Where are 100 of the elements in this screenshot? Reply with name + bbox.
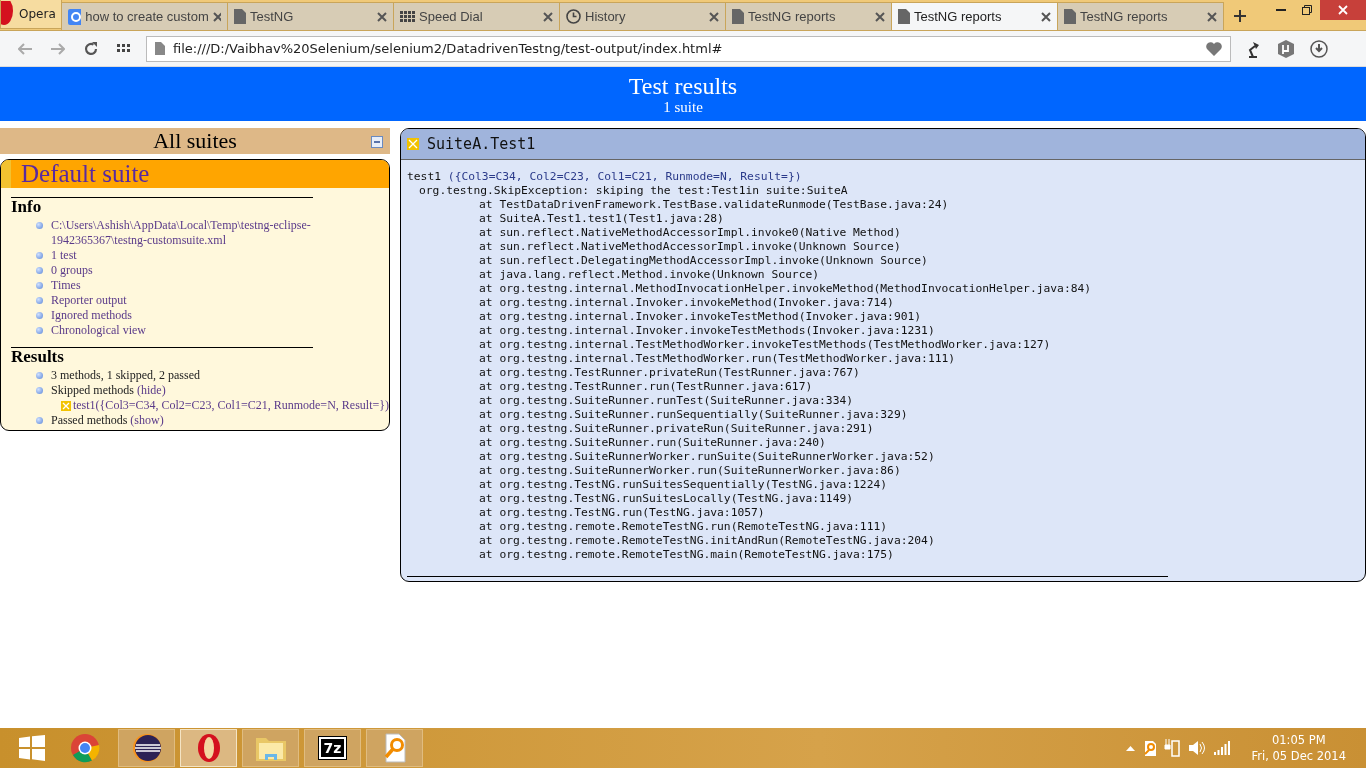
toggle-link[interactable]: (show) <box>130 413 164 427</box>
info-link[interactable]: 1 test <box>51 248 389 263</box>
page-icon <box>1064 9 1076 24</box>
signal-icon[interactable] <box>1213 741 1230 755</box>
page-title: Test results <box>628 73 738 99</box>
stack-frame: at org.testng.TestRunner.run(TestRunner.java:617) <box>407 380 1365 394</box>
stack-frame: at sun.reflect.NativeMethodAccessorImpl.invoke(Unknown Source) <box>407 240 1365 254</box>
stack-frame: at org.testng.internal.TestMethodWorker.run(TestMethodWorker.java:111) <box>407 352 1365 366</box>
bullet-icon <box>36 282 43 289</box>
bullet-icon <box>36 417 43 424</box>
stack-frame: at org.testng.SuiteRunner.runTest(SuiteRunner.java:334) <box>407 394 1365 408</box>
stack-frame: at org.testng.internal.MethodInvocationHelper.invokeMethod(MethodInvocationHelper.java:84) <box>407 282 1365 296</box>
browser-tab[interactable]: TestNG <box>227 2 394 30</box>
close-icon <box>1338 5 1348 15</box>
stack-frame: at org.testng.SuiteRunner.runSequentially(SuiteRunner.java:329) <box>407 408 1365 422</box>
bullet-icon <box>36 372 43 379</box>
stack-frame: at org.testng.TestNG.runSuitesSequentially(TestNG.java:1224) <box>407 478 1365 492</box>
info-link[interactable]: C:\Users\Ashish\AppData\Local\Temp\testng-eclipse-1942365367\testng-customsuite.xml <box>51 218 389 248</box>
battery-icon[interactable] <box>1163 739 1180 757</box>
stack-frame: at TestDataDrivenFramework.TestBase.validateRunmode(TestBase.java:24) <box>407 198 1365 212</box>
page-icon <box>155 42 165 55</box>
page-icon <box>732 9 744 24</box>
stack-frame: at org.testng.SuiteRunnerWorker.runSuite(SuiteRunnerWorker.java:52) <box>407 450 1365 464</box>
bullet-icon <box>36 252 43 259</box>
taskbar-button[interactable]: 7z <box>304 729 361 767</box>
info-link[interactable]: Ignored methods <box>51 308 389 323</box>
bullet-icon <box>36 267 43 274</box>
bullet-icon <box>36 222 43 229</box>
page-icon <box>234 9 246 24</box>
collapse-icon[interactable] <box>371 136 383 148</box>
opera-icon[interactable] <box>196 733 221 763</box>
stack-frame: at org.testng.internal.Invoker.invokeTestMethods(Invoker.java:1231) <box>407 324 1365 338</box>
exception-message: org.testng.SkipException: skiping the test:Test1in suite:SuiteA <box>418 184 849 198</box>
method-link[interactable]: test1({Col3=C34, Col2=C23, Col1=C21, Runmode=N, Result=}) <box>72 398 389 413</box>
browser-tab[interactable]: Speed Dial <box>393 2 560 30</box>
seven-zip-icon[interactable]: 7z <box>318 737 347 759</box>
stack-frame: at org.testng.SuiteRunnerWorker.run(SuiteRunnerWorker.java:86) <box>407 464 1365 478</box>
download-icon[interactable] <box>1309 39 1328 58</box>
stack-frame: at org.testng.internal.Invoker.invokeTestMethod(Invoker.java:901) <box>407 310 1365 324</box>
suites-title: All suites <box>153 128 237 154</box>
skipped-icon <box>61 400 71 411</box>
stack-frame: at org.testng.remote.RemoteTestNG.initAndRun(RemoteTestNG.java:204) <box>407 534 1365 548</box>
close-icon[interactable] <box>1041 11 1051 22</box>
bullet-icon <box>36 312 43 319</box>
section-title: Results <box>11 348 65 366</box>
taskbar-button[interactable] <box>180 729 237 767</box>
page-subtitle: 1 suite <box>663 99 703 115</box>
start-icon[interactable] <box>19 735 45 761</box>
result-text: Skipped methods <box>51 383 134 397</box>
new-tab-icon[interactable] <box>1234 10 1246 22</box>
info-link[interactable]: Reporter output <box>51 293 389 308</box>
reload-icon[interactable] <box>83 41 98 56</box>
stack-frame: at org.testng.TestNG.run(TestNG.java:1057) <box>407 506 1365 520</box>
method-title: SuiteA.Test1 <box>427 135 536 153</box>
eclipse-icon[interactable] <box>131 733 162 763</box>
browser-tab[interactable]: TestNG reports <box>725 2 892 30</box>
close-icon[interactable] <box>543 11 553 22</box>
result-text: 3 methods, 1 skipped, 2 passed <box>51 368 200 382</box>
method-signature: test1 ({Col3=C34, Col2=C23, Col1=C21, Runmode=N, Result=}) <box>407 170 803 184</box>
opera-icon <box>1 1 15 27</box>
document-search-icon[interactable] <box>1142 740 1156 756</box>
stack-frame: at sun.reflect.NativeMethodAccessorImpl.invoke0(Native Method) <box>407 226 1365 240</box>
bullet-icon <box>36 297 43 304</box>
grid-icon[interactable] <box>117 43 130 54</box>
close-icon[interactable] <box>1207 11 1217 22</box>
page-icon <box>898 9 910 24</box>
stack-frame: at org.testng.remote.RemoteTestNG.main(RemoteTestNG.java:175) <box>407 548 1365 562</box>
speaker-icon[interactable] <box>1187 740 1206 756</box>
shield-icon[interactable] <box>1276 39 1295 58</box>
close-icon[interactable] <box>212 11 221 22</box>
stack-frame: at org.testng.TestRunner.privateRun(TestRunner.java:767) <box>407 366 1365 380</box>
google-icon <box>68 8 82 25</box>
heart-icon[interactable] <box>1204 40 1223 57</box>
toggle-link[interactable]: (hide) <box>137 383 166 397</box>
close-window-button[interactable] <box>1320 0 1366 20</box>
stack-frame: at sun.reflect.DelegatingMethodAccessorImpl.invoke(Unknown Source) <box>407 254 1365 268</box>
close-icon[interactable] <box>875 11 885 22</box>
minimize-icon[interactable] <box>1276 8 1286 12</box>
taskbar-button[interactable] <box>118 729 175 767</box>
info-link[interactable]: 0 groups <box>51 263 389 278</box>
close-icon[interactable] <box>377 11 387 22</box>
info-link[interactable]: Chronological view <box>51 323 389 338</box>
stack-frame: at SuiteA.Test1.test1(Test1.java:28) <box>407 212 1365 226</box>
bullet-icon <box>36 387 43 394</box>
info-link[interactable]: Times <box>51 278 389 293</box>
browser-tab[interactable]: TestNG reports <box>1057 2 1224 30</box>
close-icon[interactable] <box>709 11 719 22</box>
chrome-icon[interactable] <box>69 733 100 763</box>
stack-frame: at org.testng.remote.RemoteTestNG.run(RemoteTestNG.java:111) <box>407 520 1365 534</box>
clock-icon <box>566 9 581 24</box>
opera-menu-button[interactable]: Opera <box>0 0 62 29</box>
browser-tab[interactable]: TestNG reports <box>891 2 1058 30</box>
address-field[interactable]: file:///D:/Vaibhav%20Selenium/selenium2/DatadrivenTestng/test-output/index.html# <box>146 35 1231 62</box>
browser-tab[interactable]: how to create custom <box>61 2 228 30</box>
suite-name: Default suite <box>21 160 150 188</box>
chevron-up-icon[interactable] <box>1125 745 1135 751</box>
restore-icon[interactable] <box>1302 5 1312 15</box>
stack-frame: at java.lang.reflect.Method.invoke(Unknown Source) <box>407 268 1365 282</box>
browser-tab[interactable]: History <box>559 2 726 30</box>
grid-icon <box>400 10 415 23</box>
